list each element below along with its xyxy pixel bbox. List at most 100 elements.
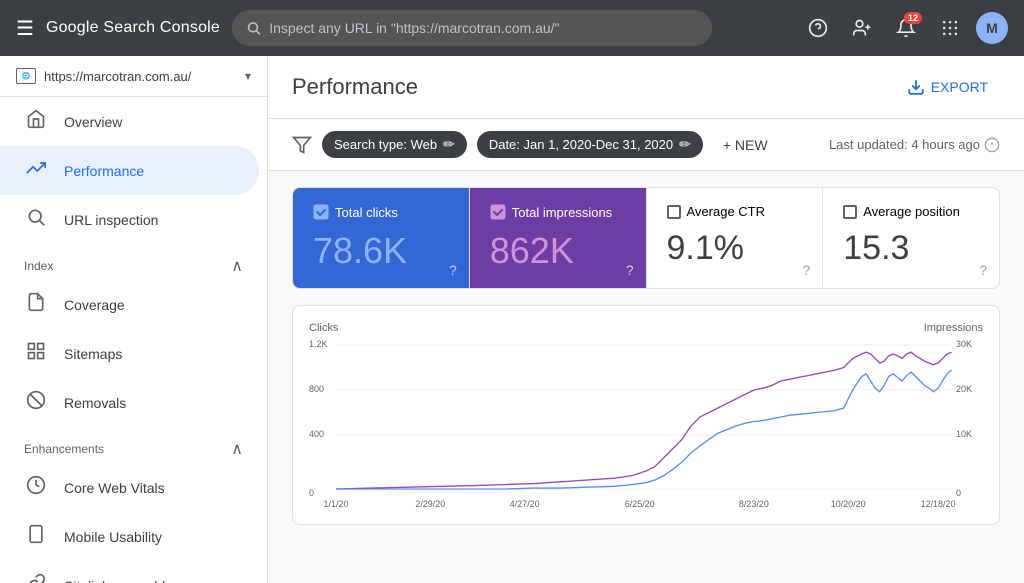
metric-label: Average position	[843, 204, 979, 219]
notifications-button[interactable]: 12	[888, 10, 924, 46]
chevron-down-icon: ▾	[245, 69, 251, 83]
search-bar[interactable]	[232, 10, 712, 46]
app-logo: Google Search Console	[46, 19, 220, 37]
svg-text:0: 0	[309, 488, 314, 498]
last-updated: Last updated: 4 hours ago	[829, 137, 1000, 153]
checkbox-icon	[843, 205, 857, 219]
svg-text:800: 800	[309, 384, 324, 394]
help-button[interactable]	[800, 10, 836, 46]
help-icon[interactable]: ?	[449, 262, 457, 278]
collapse-icon[interactable]: ∧	[231, 439, 243, 459]
property-icon: 🌐	[16, 68, 36, 84]
sidebar-item-label: Overview	[64, 114, 122, 130]
link-icon	[24, 573, 48, 583]
enhancements-section: Enhancements ∧	[0, 427, 267, 463]
checkbox-icon	[667, 205, 681, 219]
impressions-line	[336, 352, 952, 489]
search-icon	[24, 207, 48, 232]
metrics-row: Total clicks 78.6K ? Total impressions 8…	[292, 187, 1000, 289]
property-selector[interactable]: 🌐 https://marcotran.com.au/ ▾	[0, 56, 267, 97]
date-filter[interactable]: Date: Jan 1, 2020-Dec 31, 2020 ✏	[477, 131, 703, 158]
metric-name: Average position	[863, 204, 960, 219]
svg-text:20K: 20K	[956, 384, 972, 394]
metric-total-impressions[interactable]: Total impressions 862K ?	[470, 188, 647, 288]
trending-up-icon	[24, 158, 48, 183]
menu-icon[interactable]: ☰	[16, 16, 34, 41]
sidebar-item-label: Performance	[64, 163, 144, 179]
svg-text:30K: 30K	[956, 339, 972, 349]
user-avatar[interactable]: M	[976, 12, 1008, 44]
sidebar-item-overview[interactable]: Overview	[0, 97, 267, 146]
help-icon[interactable]: ?	[626, 262, 634, 278]
y-axis-right-label: Impressions	[924, 322, 983, 334]
date-range-label: Date: Jan 1, 2020-Dec 31, 2020	[489, 137, 673, 152]
metric-value: 15.3	[843, 229, 979, 268]
metric-total-clicks[interactable]: Total clicks 78.6K ?	[293, 188, 470, 288]
search-type-filter[interactable]: Search type: Web ✏	[322, 131, 467, 158]
sidebar-item-label: URL inspection	[64, 212, 158, 228]
sidebar-item-label: Coverage	[64, 297, 125, 313]
svg-text:1/1/20: 1/1/20	[323, 499, 348, 509]
metric-value: 862K	[490, 230, 626, 272]
svg-text:2/29/20: 2/29/20	[415, 499, 445, 509]
main-layout: 🌐 https://marcotran.com.au/ ▾ Overview P…	[0, 56, 1024, 583]
sidebar-item-label: Core Web Vitals	[64, 480, 165, 496]
page-title: Performance	[292, 74, 418, 100]
performance-chart: 1.2K 800 400 0 30K 20K 10K 0 1/1/2	[309, 336, 983, 516]
sidebar-item-url-inspection[interactable]: URL inspection	[0, 195, 267, 244]
metric-label: Total impressions	[490, 204, 626, 220]
filter-icon[interactable]	[292, 135, 312, 155]
help-icon[interactable]: ?	[802, 262, 810, 278]
add-user-button[interactable]	[844, 10, 880, 46]
export-button[interactable]: EXPORT	[895, 72, 1000, 102]
collapse-icon[interactable]: ∧	[231, 256, 243, 276]
sidebar-item-removals[interactable]: Removals	[0, 378, 267, 427]
sidebar-item-label: Sitemaps	[64, 346, 122, 362]
search-type-label: Search type: Web	[334, 137, 437, 152]
svg-text:0: 0	[956, 488, 961, 498]
svg-text:12/18/20: 12/18/20	[921, 499, 956, 509]
url-search-input[interactable]	[269, 20, 698, 36]
chart-container: Clicks Impressions 1.2K 800 400 0 30K 20…	[292, 305, 1000, 525]
metric-label: Total clicks	[313, 204, 449, 220]
last-updated-text: Last updated: 4 hours ago	[829, 137, 980, 152]
svg-text:8/23/20: 8/23/20	[739, 499, 769, 509]
sidebar-item-sitelinks-searchbox[interactable]: Sitelinks searchbox	[0, 561, 267, 583]
svg-text:4/27/20: 4/27/20	[510, 499, 540, 509]
svg-text:1.2K: 1.2K	[309, 339, 327, 349]
apps-button[interactable]	[932, 10, 968, 46]
sidebar-item-core-web-vitals[interactable]: Core Web Vitals	[0, 463, 267, 512]
metric-value: 78.6K	[313, 230, 449, 272]
notification-badge: 12	[904, 12, 922, 24]
sitemaps-icon	[24, 341, 48, 366]
help-icon[interactable]: ?	[979, 262, 987, 278]
sidebar-item-label: Sitelinks searchbox	[64, 578, 185, 583]
edit-icon: ✏	[679, 136, 691, 153]
y-axis-left-label: Clicks	[309, 322, 338, 334]
sidebar-item-label: Mobile Usability	[64, 529, 162, 545]
sidebar-item-performance[interactable]: Performance	[0, 146, 259, 195]
metric-name: Total impressions	[512, 205, 612, 220]
sidebar-item-label: Removals	[64, 395, 126, 411]
metric-name: Total clicks	[335, 205, 398, 220]
svg-text:400: 400	[309, 429, 324, 439]
sidebar-item-sitemaps[interactable]: Sitemaps	[0, 329, 267, 378]
topbar: ☰ Google Search Console 12 M	[0, 0, 1024, 56]
metric-name: Average CTR	[687, 204, 766, 219]
search-icon	[246, 20, 261, 36]
home-icon	[24, 109, 48, 134]
new-filter-button[interactable]: + NEW	[713, 132, 778, 158]
enhancements-section-label: Enhancements	[24, 442, 104, 456]
topbar-icons: 12 M	[800, 10, 1008, 46]
metric-average-position[interactable]: Average position 15.3 ?	[823, 188, 999, 288]
property-url: https://marcotran.com.au/	[44, 69, 237, 84]
metric-value: 9.1%	[667, 229, 803, 268]
metric-average-ctr[interactable]: Average CTR 9.1% ?	[647, 188, 824, 288]
edit-icon: ✏	[443, 136, 455, 153]
sidebar-item-coverage[interactable]: Coverage	[0, 280, 267, 329]
filter-bar: Search type: Web ✏ Date: Jan 1, 2020-Dec…	[268, 119, 1024, 171]
index-section: Index ∧	[0, 244, 267, 280]
index-section-label: Index	[24, 259, 53, 273]
svg-text:10/20/20: 10/20/20	[831, 499, 866, 509]
sidebar-item-mobile-usability[interactable]: Mobile Usability	[0, 512, 267, 561]
